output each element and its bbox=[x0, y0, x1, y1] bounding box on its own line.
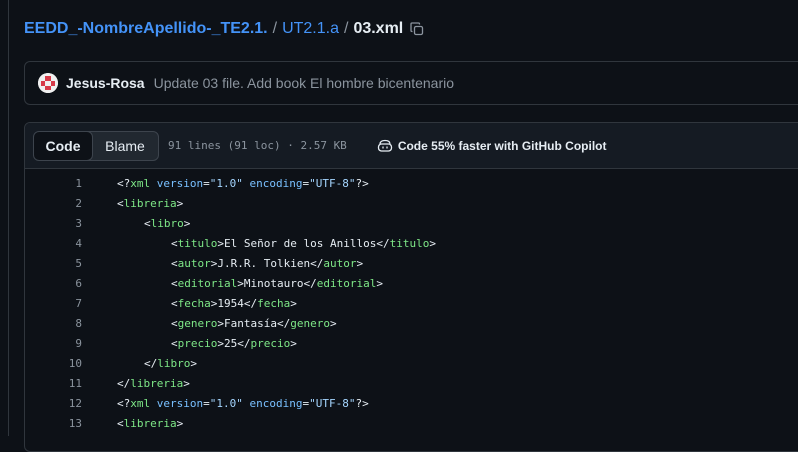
line-number[interactable]: 4 bbox=[25, 237, 82, 250]
breadcrumb-separator: / bbox=[272, 20, 278, 37]
code-view: 1 <?xml version="1.0" encoding="UTF-8"?> 2… bbox=[25, 169, 798, 433]
code-line: 13 <libreria> bbox=[25, 413, 798, 433]
line-number[interactable]: 3 bbox=[25, 217, 82, 230]
code-tab[interactable]: Code bbox=[34, 131, 93, 160]
view-mode-toggle: Code Blame bbox=[33, 130, 159, 161]
line-number[interactable]: 9 bbox=[25, 337, 82, 350]
line-number[interactable]: 12 bbox=[25, 397, 82, 410]
code-line-text: <editorial>Minotauro</editorial> bbox=[171, 276, 383, 290]
code-line: 1 <?xml version="1.0" encoding="UTF-8"?> bbox=[25, 173, 798, 193]
breadcrumb-file-name: 03.xml bbox=[353, 20, 404, 37]
code-line: 2 <libreria> bbox=[25, 193, 798, 213]
breadcrumb-folder-link[interactable]: UT2.1.a bbox=[282, 20, 339, 38]
code-line-text: <precio>25</precio> bbox=[171, 336, 297, 350]
code-line: 7 <fecha>1954</fecha> bbox=[25, 293, 798, 313]
code-line-text: <libreria> bbox=[117, 416, 184, 430]
code-line-text: </libreria> bbox=[117, 376, 190, 390]
line-number[interactable]: 11 bbox=[25, 377, 82, 390]
line-number[interactable]: 5 bbox=[25, 257, 82, 270]
file-header: Code Blame 91 lines (91 loc) · 2.57 KB C… bbox=[25, 123, 798, 169]
commit-author-link[interactable]: Jesus-Rosa bbox=[66, 75, 145, 91]
line-number[interactable]: 8 bbox=[25, 317, 82, 330]
code-line-text: <autor>J.R.R. Tolkien</autor> bbox=[171, 256, 364, 270]
code-line: 8 <genero>Fantasía</genero> bbox=[25, 313, 798, 333]
code-line: 3 <libro> bbox=[25, 213, 798, 233]
left-panel-edge bbox=[0, 0, 9, 436]
code-line: 5 <autor>J.R.R. Tolkien</autor> bbox=[25, 253, 798, 273]
breadcrumb-separator: / bbox=[343, 20, 349, 37]
code-line: 12 <?xml version="1.0" encoding="UTF-8"?> bbox=[25, 393, 798, 413]
code-line-text: <libro> bbox=[144, 216, 191, 230]
breadcrumb-repo-link[interactable]: EEDD_-NombreApellido-_TE2.1. bbox=[24, 20, 268, 38]
breadcrumb: EEDD_-NombreApellido-_TE2.1. / UT2.1.a /… bbox=[24, 18, 425, 40]
code-line: 11 </libreria> bbox=[25, 373, 798, 393]
file-viewer: Code Blame 91 lines (91 loc) · 2.57 KB C… bbox=[24, 122, 798, 452]
avatar[interactable] bbox=[38, 73, 58, 93]
code-line-text: <genero>Fantasía</genero> bbox=[171, 316, 337, 330]
file-info: 91 lines (91 loc) · 2.57 KB bbox=[168, 139, 347, 152]
code-line: 10 </libro> bbox=[25, 353, 798, 373]
latest-commit-bar: Jesus-Rosa Update 03 file. Add book El h… bbox=[24, 61, 798, 105]
code-line: 6 <editorial>Minotauro</editorial> bbox=[25, 273, 798, 293]
copy-path-icon[interactable] bbox=[409, 21, 425, 37]
code-line-text: <titulo>El Señor de los Anillos</titulo> bbox=[171, 236, 436, 250]
line-number[interactable]: 13 bbox=[25, 417, 82, 430]
code-line-text: <fecha>1954</fecha> bbox=[171, 296, 297, 310]
copilot-promo-label: Code 55% faster with GitHub Copilot bbox=[397, 138, 607, 153]
line-number[interactable]: 7 bbox=[25, 297, 82, 310]
line-number[interactable]: 1 bbox=[25, 177, 82, 190]
line-number[interactable]: 6 bbox=[25, 277, 82, 290]
code-line-text: <?xml version="1.0" encoding="UTF-8"?> bbox=[117, 176, 369, 190]
line-number[interactable]: 2 bbox=[25, 197, 82, 210]
blame-tab[interactable]: Blame bbox=[92, 132, 158, 160]
code-line-text: <libreria> bbox=[117, 196, 184, 210]
code-line-text: <?xml version="1.0" encoding="UTF-8"?> bbox=[117, 396, 369, 410]
copilot-promo-link[interactable]: Code 55% faster with GitHub Copilot bbox=[377, 139, 607, 153]
commit-message-link[interactable]: Update 03 file. Add book El hombre bicen… bbox=[154, 75, 454, 91]
code-line: 4 <titulo>El Señor de los Anillos</titulo… bbox=[25, 233, 798, 253]
copilot-icon bbox=[377, 139, 392, 152]
code-line-text: </libro> bbox=[144, 356, 197, 370]
line-number[interactable]: 10 bbox=[25, 357, 82, 370]
code-line: 9 <precio>25</precio> bbox=[25, 333, 798, 353]
